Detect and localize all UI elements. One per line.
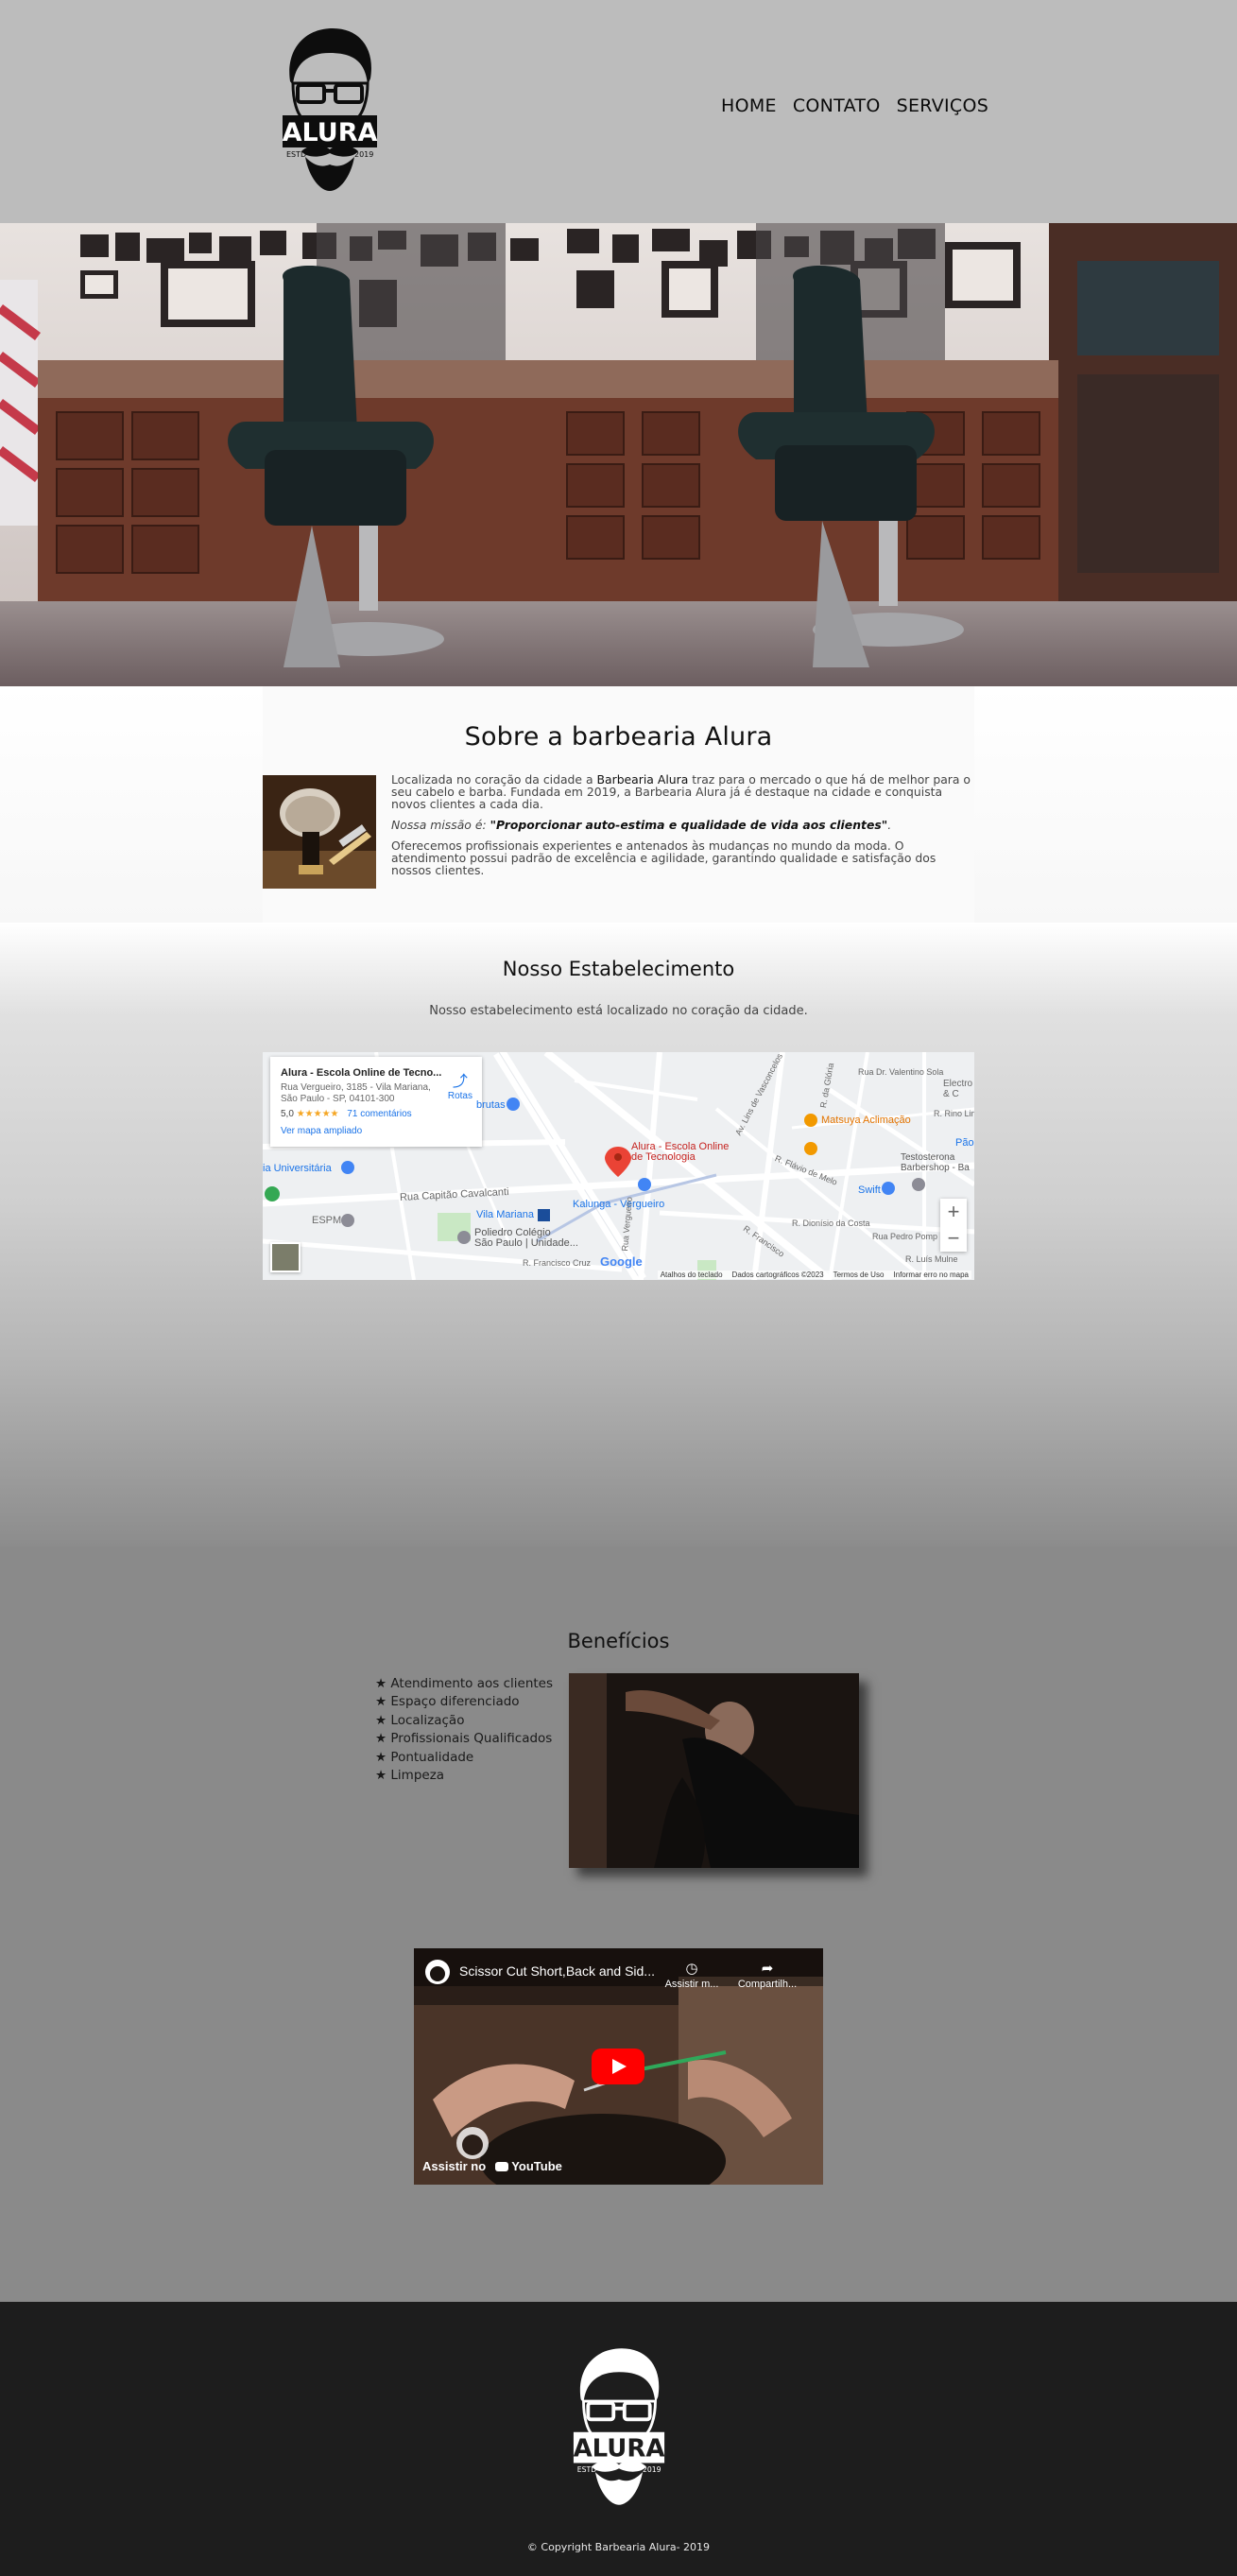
benefit-item: Pontualidade [375,1749,553,1767]
youtube-video-embed[interactable]: Scissor Cut Short,Back and Sid... ◷ Assi… [414,1948,823,2185]
nav-home[interactable]: HOME [721,95,777,116]
mission-statement: Nossa missão é: "Proporcionar auto-estim… [391,818,892,832]
beard-trim-photo [569,1673,859,1868]
directions-button[interactable]: ⤴ Rotas [448,1068,472,1101]
footer-logo-text: ALURA [574,2435,665,2464]
place-address: Rua Vergueiro, 3185 - Vila Mariana, São … [281,1082,431,1104]
site-footer: ALURA ESTD 2019 © Copyright Barbearia Al… [0,2302,1237,2576]
alura-logo[interactable]: ALURA ESTD 2019 [281,26,379,193]
share-button[interactable]: ➦ Compartilh... [737,1960,798,1990]
establishment-title: Nosso Estabelecimento [502,958,735,980]
satellite-view-toggle[interactable] [270,1242,301,1272]
keyboard-shortcuts-link[interactable]: Atalhos do teclado [661,1271,723,1279]
about-paragraph-3: Oferecemos profissionais experientes e a… [391,838,936,877]
watch-later-button[interactable]: ◷ Assistir m... [661,1960,722,1990]
zoom-out-button[interactable]: − [940,1225,967,1252]
benefit-item: Limpeza [375,1767,553,1785]
google-map-embed[interactable]: Alura - Escola Online de Tecno... Rua Ve… [263,1052,974,1280]
logo-text: ALURA [283,118,378,147]
about-card: Sobre a barbearia Alura Localizada no co… [263,686,974,923]
hero-banner-image [0,223,1237,686]
place-info-card: Alura - Escola Online de Tecno... Rua Ve… [270,1057,482,1147]
establishment-subtitle: Nosso estabelecimento está localizado no… [429,1004,808,1018]
zoom-controls: + − [940,1199,967,1252]
site-header: ALURA ESTD 2019 HOME CONTATO SERVIÇOS [0,0,1237,223]
benefits-list: Atendimento aos clientes Espaço diferenc… [375,1675,553,1785]
benefits-title: Benefícios [567,1630,670,1652]
about-text: Localizada no coração da cidade a Barbea… [391,773,974,885]
reviews-link[interactable]: 71 comentários [347,1109,411,1119]
google-logo: Google [600,1254,643,1269]
map-data-credit: Dados cartográficos ©2023 [731,1271,824,1279]
main-nav: HOME CONTATO SERVIÇOS [721,95,988,116]
map-pin-label: Alura - Escola Online de Tecnologia [631,1141,730,1163]
nav-contato[interactable]: CONTATO [793,95,881,116]
establishment-section: Nosso Estabelecimento Nosso estabelecime… [0,923,1237,1547]
place-title: Alura - Escola Online de Tecno... [281,1067,442,1079]
star-rating-icon: ★★★★★ [296,1109,339,1119]
copyright-text: © Copyright Barbearia Alura- 2019 [526,2541,711,2553]
about-section: Sobre a barbearia Alura Localizada no co… [0,686,1237,923]
watch-on-youtube-link[interactable]: Assistir no YouTube [422,2159,562,2173]
view-larger-map-link[interactable]: Ver mapa ampliado [281,1126,474,1136]
benefit-item: Atendimento aos clientes [375,1675,553,1693]
clock-icon: ◷ [685,1961,698,1977]
footer-alura-logo[interactable]: ALURA ESTD 2019 [572,2343,666,2510]
map-footer-links: Atalhos do teclado Dados cartográficos ©… [657,1271,971,1279]
video-title[interactable]: Scissor Cut Short,Back and Sid... [459,1963,655,1979]
terms-link[interactable]: Termos de Uso [833,1271,885,1279]
about-title: Sobre a barbearia Alura [464,722,773,752]
youtube-play-icon [494,2162,508,2171]
video-section: Scissor Cut Short,Back and Sid... ◷ Assi… [0,1910,1237,2302]
benefit-item: Espaço diferenciado [375,1693,553,1711]
about-paragraph-1: Localizada no coração da cidade a Barbea… [391,772,971,811]
report-error-link[interactable]: Informar erro no mapa [893,1271,969,1279]
benefits-section: Benefícios Atendimento aos clientes Espa… [0,1547,1237,1910]
benefit-item: Localização [375,1712,553,1730]
place-rating: 5,0 ★★★★★ 71 comentários [281,1109,412,1119]
play-icon[interactable] [592,2049,644,2084]
nav-servicos[interactable]: SERVIÇOS [897,95,989,116]
share-icon: ➦ [761,1961,774,1977]
benefit-item: Profissionais Qualificados [375,1730,553,1748]
shaving-brush-image [263,775,376,889]
directions-icon: ⤴ [452,1074,468,1090]
zoom-in-button[interactable]: + [940,1199,967,1225]
